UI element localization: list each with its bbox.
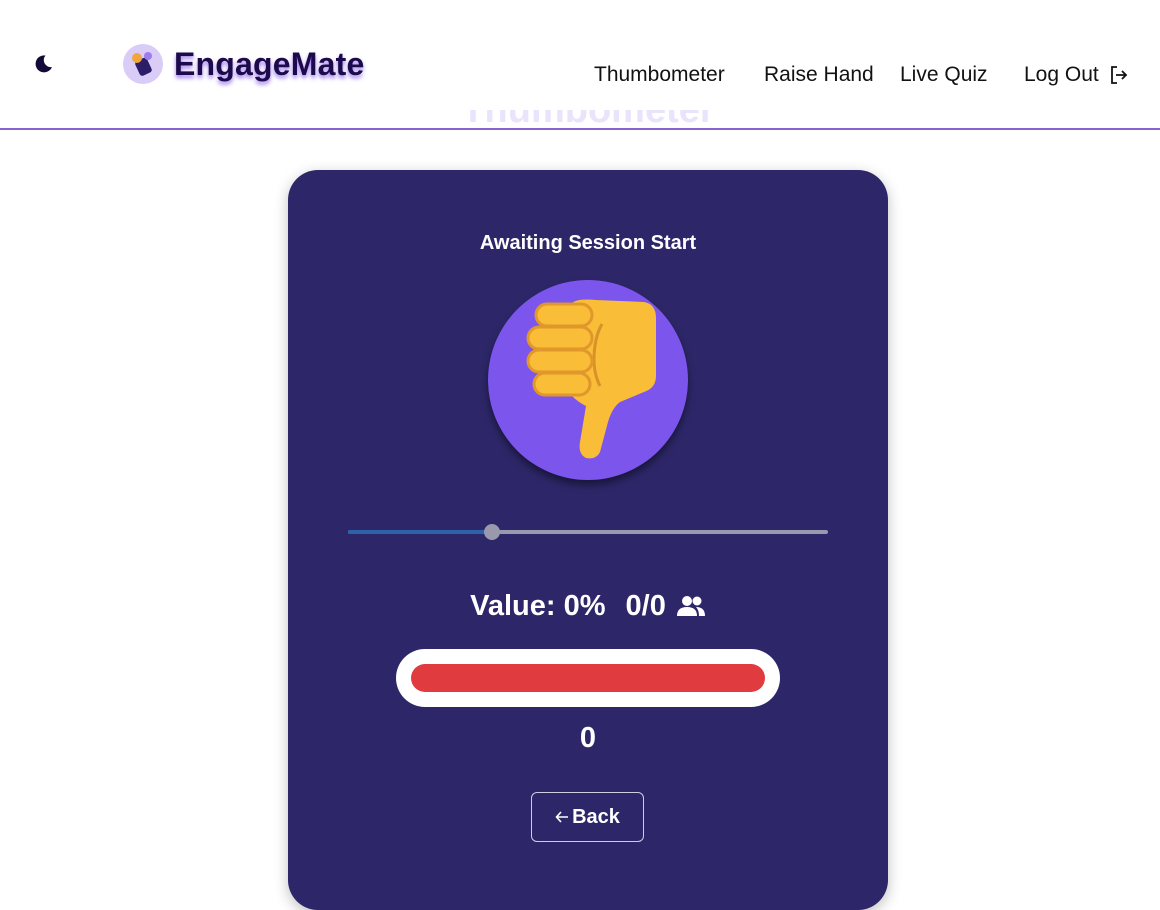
meter-fill: [411, 664, 765, 692]
slider-handle[interactable]: [484, 524, 500, 540]
participant-count: 0/0: [625, 589, 666, 622]
thumbometer-card: Awaiting Session Start Value: 0% 0/0 0 B…: [288, 170, 888, 910]
engagemate-logo-icon: [123, 44, 163, 84]
session-status: Awaiting Session Start: [479, 232, 697, 254]
arrow-left-icon: [555, 811, 569, 823]
brand-link[interactable]: EngageMate: [122, 42, 364, 86]
back-button[interactable]: Back: [531, 792, 644, 842]
thumb-slider[interactable]: [348, 522, 828, 542]
top-navbar: EngageMate Thumbometer Raise Hand Live Q…: [0, 0, 1160, 130]
value-label: Value: 0%: [470, 589, 606, 622]
logout-button[interactable]: Log Out: [1024, 62, 1129, 88]
nav-live-quiz[interactable]: Live Quiz: [900, 62, 988, 88]
engagement-meter: [396, 649, 780, 707]
back-label: Back: [572, 805, 620, 828]
slider-fill: [348, 530, 492, 534]
logout-icon: [1110, 66, 1128, 84]
thumbs-down-icon: [526, 299, 656, 459]
moon-icon[interactable]: [31, 52, 55, 76]
meter-value: 0: [579, 722, 597, 754]
brand-name: EngageMate: [174, 45, 365, 82]
thumb-indicator: [488, 280, 688, 480]
nav-raise-hand[interactable]: Raise Hand: [764, 62, 874, 88]
people-icon: [676, 596, 705, 616]
logout-label: Log Out: [1024, 63, 1099, 86]
nav-thumbometer[interactable]: Thumbometer: [594, 62, 725, 88]
value-readout: Value: 0% 0/0: [288, 588, 888, 624]
